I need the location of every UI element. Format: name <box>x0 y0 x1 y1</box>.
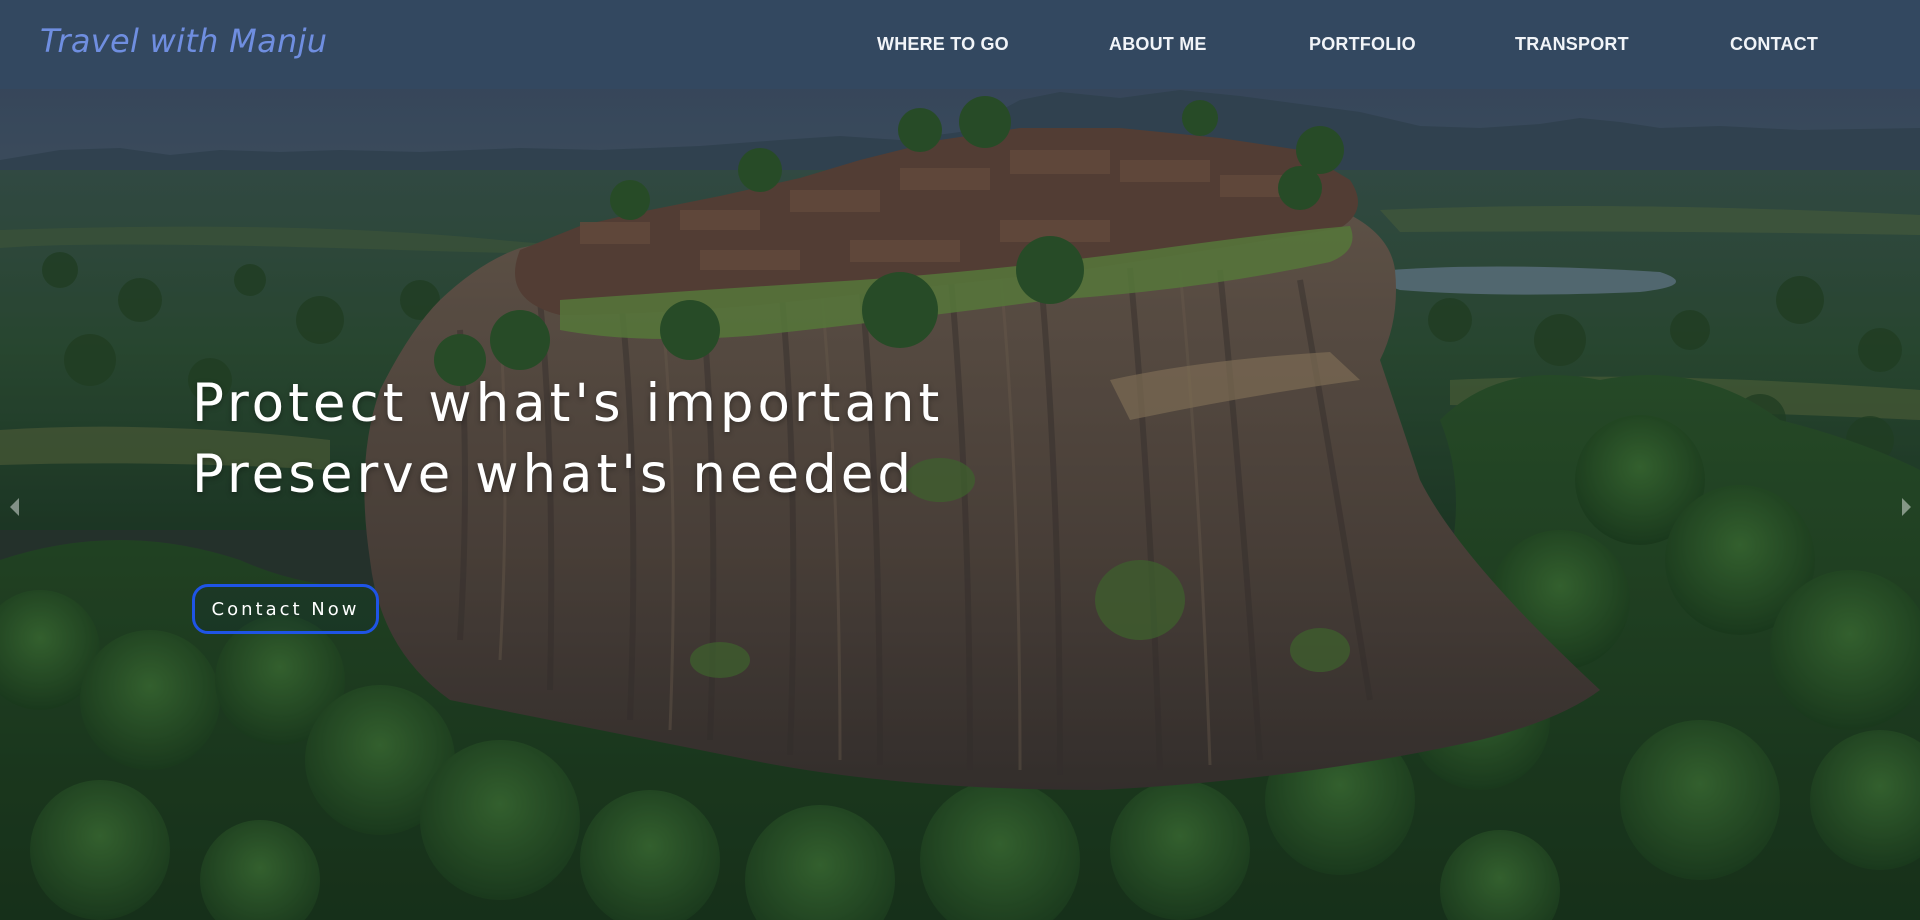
nav-link-where-to-go[interactable]: WHERE TO GO <box>877 34 1009 55</box>
hero-headline-line-1: Protect what's important <box>192 373 944 434</box>
nav-link-portfolio[interactable]: PORTFOLIO <box>1309 34 1416 55</box>
hero-headline-line-2: Preserve what's needed <box>192 444 916 505</box>
nav-link-contact[interactable]: CONTACT <box>1730 34 1818 55</box>
chevron-right-icon[interactable] <box>1902 498 1911 516</box>
top-navbar: Travel with Manju WHERE TO GO ABOUT ME P… <box>0 0 1920 89</box>
contact-now-button[interactable]: Contact Now <box>192 584 379 634</box>
chevron-left-icon[interactable] <box>10 498 19 516</box>
nav-menu: WHERE TO GO ABOUT ME PORTFOLIO TRANSPORT… <box>0 0 1920 89</box>
nav-link-transport[interactable]: TRANSPORT <box>1515 34 1629 55</box>
nav-link-about-me[interactable]: ABOUT ME <box>1109 34 1207 55</box>
hero-headline: Protect what's important Preserve what's… <box>192 368 943 510</box>
